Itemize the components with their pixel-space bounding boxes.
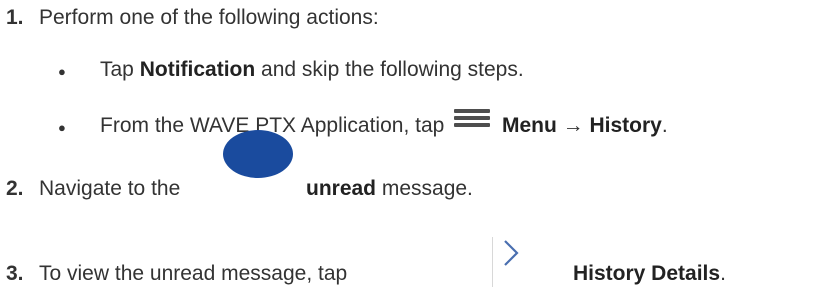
step-2-prefix: Navigate to the bbox=[39, 177, 181, 200]
step-1a-suffix: and skip the following steps. bbox=[255, 58, 524, 81]
unread-indicator-icon bbox=[223, 130, 293, 178]
arrow: → bbox=[556, 114, 590, 137]
unread-label: unread bbox=[306, 177, 377, 200]
notification-label: Notification bbox=[139, 58, 256, 81]
step-3-number: 3. bbox=[6, 262, 24, 285]
details-button-frame bbox=[492, 237, 541, 287]
step-1-text: Perform one of the following actions: bbox=[39, 6, 379, 29]
step-1a-prefix: Tap bbox=[100, 58, 140, 81]
bullet-1b: ● bbox=[58, 120, 66, 135]
step-3-prefix: To view the unread message, tap bbox=[39, 262, 348, 285]
step-1a: Tap Notification and skip the following … bbox=[100, 58, 524, 82]
step-1b: From the WAVE PTX Application, tap Menu … bbox=[100, 109, 668, 138]
step-2-number: 2. bbox=[6, 177, 24, 200]
step-1-number: 1. bbox=[6, 6, 24, 29]
step-3-suffix: . bbox=[720, 262, 726, 285]
step-2-suffix: message. bbox=[376, 177, 473, 200]
hamburger-menu-icon bbox=[454, 109, 491, 128]
chevron-right-icon bbox=[504, 240, 519, 266]
bullet-1a: ● bbox=[58, 64, 66, 79]
step-3-rest: History Details. bbox=[573, 262, 726, 286]
menu-label: Menu bbox=[502, 114, 557, 137]
step-1b-suffix: . bbox=[661, 114, 668, 137]
step-2-rest: unread message. bbox=[306, 177, 473, 201]
history-details-label: History Details bbox=[573, 262, 721, 285]
history-label: History bbox=[589, 114, 662, 137]
